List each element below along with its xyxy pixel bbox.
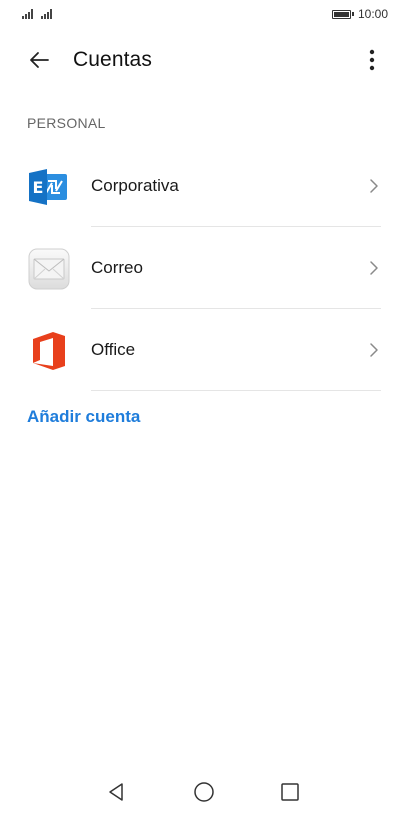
- back-button[interactable]: [26, 46, 54, 74]
- signal-strength-icon: [22, 9, 33, 19]
- add-account-button[interactable]: Añadir cuenta: [27, 407, 140, 427]
- account-label: Correo: [91, 258, 143, 277]
- account-item-corporativa[interactable]: E Corporativa: [0, 145, 408, 227]
- battery-icon: [331, 9, 354, 19]
- divider: [91, 390, 381, 391]
- account-label: Office: [91, 340, 136, 359]
- svg-text:E: E: [33, 178, 44, 197]
- triangle-back-icon: [109, 783, 123, 801]
- nav-recents-button[interactable]: [276, 778, 304, 806]
- circle-home-icon: [194, 782, 214, 802]
- page-title: Cuentas: [73, 48, 152, 71]
- square-recents-icon: [281, 783, 299, 801]
- signal-strength-icon: [41, 9, 52, 19]
- account-list: E Corporativa Correo Office: [0, 145, 408, 391]
- app-bar: Cuentas: [0, 36, 408, 84]
- account-item-correo[interactable]: Correo: [0, 227, 408, 309]
- navigation-bar: [0, 768, 408, 816]
- section-header: PERSONAL: [27, 115, 106, 131]
- chevron-right-icon: [370, 179, 378, 193]
- more-vertical-icon: [369, 49, 375, 71]
- chevron-right-icon: [370, 261, 378, 275]
- office-icon: [27, 329, 71, 373]
- status-bar: 10:00: [0, 0, 408, 28]
- more-options-button[interactable]: [358, 46, 386, 74]
- account-label: Corporativa: [91, 176, 179, 195]
- exchange-icon: E: [27, 165, 71, 209]
- account-item-office[interactable]: Office: [0, 309, 408, 391]
- nav-home-button[interactable]: [190, 778, 218, 806]
- status-time: 10:00: [357, 7, 388, 21]
- nav-back-button[interactable]: [102, 778, 130, 806]
- signal-indicators: [22, 9, 52, 19]
- chevron-right-icon: [370, 343, 378, 357]
- status-right: 10:00: [331, 7, 388, 21]
- arrow-left-icon: [30, 52, 49, 68]
- mail-envelope-icon: [27, 247, 71, 291]
- screen: 10:00 Cuentas PERSONAL E Corporativa Cor…: [0, 0, 408, 816]
